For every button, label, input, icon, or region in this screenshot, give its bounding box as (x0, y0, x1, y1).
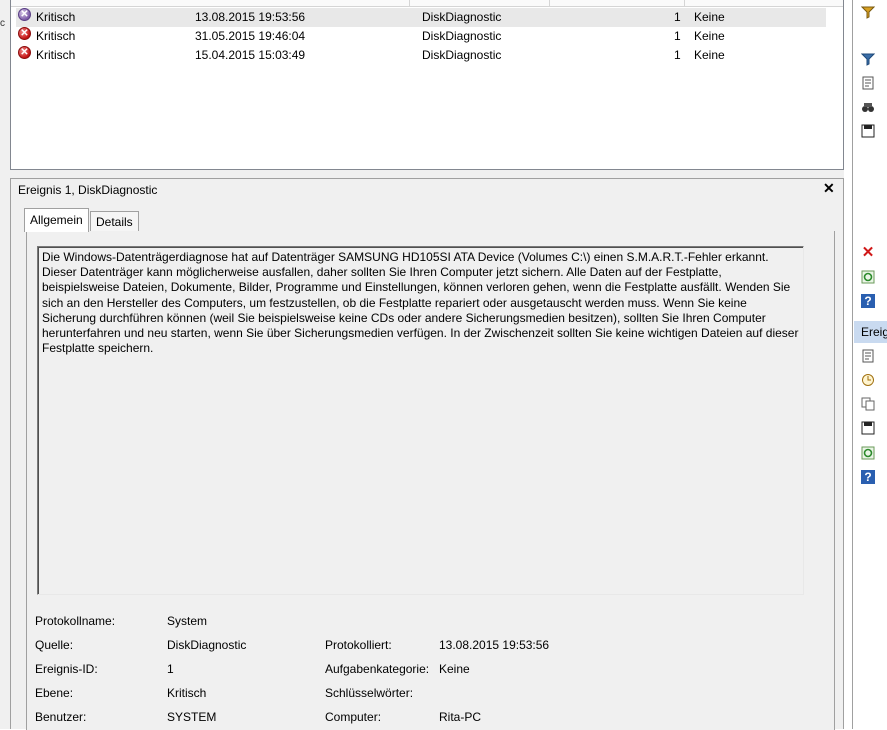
critical-error-icon: ✕ (18, 8, 31, 21)
datetime-cell: 13.08.2015 19:53:56 (195, 10, 306, 24)
action-properties[interactable]: I (859, 76, 887, 92)
action-event-properties[interactable]: E (859, 349, 887, 365)
datetime-cell: 31.05.2015 19:46:04 (195, 29, 306, 43)
level-value: Kritisch (167, 686, 207, 700)
source-cell: DiskDiagnostic (422, 10, 502, 24)
left-edge-text: c (0, 18, 5, 29)
category-cell: Keine (694, 29, 725, 43)
table-row[interactable]: ✕ Kritisch 15.04.2015 15:03:49 DiskDiagn… (16, 46, 826, 65)
event-id-cell: 1 (674, 29, 681, 43)
task-category-label: Aufgabenkategorie: (325, 662, 430, 676)
level-cell: Kritisch (36, 29, 76, 43)
save-icon (861, 124, 875, 138)
filter-icon (860, 5, 876, 19)
table-row[interactable]: ✕ Kritisch 31.05.2015 19:46:04 DiskDiagn… (16, 27, 826, 46)
level-cell: Kritisch (36, 10, 76, 24)
event-id-cell: 1 (674, 48, 681, 62)
task-category-value: Keine (439, 662, 470, 676)
action-save[interactable]: A (859, 124, 887, 140)
user-value: SYSTEM (167, 710, 217, 724)
keywords-label: Schlüsselwörter: (325, 686, 414, 700)
action-item[interactable]: I (859, 27, 887, 43)
detail-title: Ereignis 1, DiskDiagnostic (18, 183, 158, 197)
action-refresh-2[interactable]: A (859, 446, 887, 462)
delete-icon: ✕ (861, 244, 875, 261)
tab-details[interactable]: Details (90, 211, 139, 232)
action-help-2[interactable]: ? H (859, 470, 887, 486)
actions-pane: I A I S A I I A A ✕ L A ? H Ereig E A K (852, 0, 887, 729)
computer-label: Computer: (325, 710, 382, 724)
log-name-label: Protokollname: (35, 614, 116, 628)
event-properties-icon (861, 349, 875, 363)
pane-splitter[interactable] (10, 170, 844, 178)
category-cell: Keine (694, 48, 725, 62)
action-delete[interactable]: ✕ L (859, 244, 887, 262)
column-header-strip[interactable] (11, 0, 843, 7)
event-id-label: Ereignis-ID: (35, 662, 98, 676)
logged-value: 13.08.2015 19:53:56 (439, 638, 550, 652)
table-row[interactable]: ✕ Kritisch 13.08.2015 19:53:56 DiskDiagn… (16, 8, 826, 27)
datetime-cell: 15.04.2015 15:03:49 (195, 48, 306, 62)
source-cell: DiskDiagnostic (422, 48, 502, 62)
find-icon (861, 100, 875, 114)
event-section-header[interactable]: Ereig (854, 321, 887, 343)
level-label: Ebene: (35, 686, 74, 700)
save-icon (861, 421, 875, 435)
user-label: Benutzer: (35, 710, 87, 724)
action-copy[interactable]: K (859, 397, 887, 413)
action-item[interactable]: A (859, 222, 887, 238)
log-name-value: System (167, 614, 208, 628)
critical-error-icon: ✕ (18, 27, 31, 40)
level-cell: Kritisch (36, 48, 76, 62)
logged-label: Protokolliert: (325, 638, 392, 652)
action-filter[interactable] (859, 5, 887, 21)
tab-allgemein[interactable]: Allgemein (24, 208, 89, 232)
action-filter-2[interactable]: A (859, 52, 887, 68)
event-list[interactable]: ✕ Kritisch 13.08.2015 19:53:56 DiskDiagn… (10, 0, 844, 170)
copy-icon (861, 397, 875, 411)
action-item[interactable]: I (859, 172, 887, 188)
refresh-icon (861, 446, 875, 460)
action-item[interactable]: A (859, 196, 887, 212)
event-id-cell: 1 (674, 10, 681, 24)
action-item[interactable]: I (859, 148, 887, 164)
action-attach-task[interactable]: A (859, 373, 887, 389)
close-icon[interactable]: ✕ (823, 180, 835, 197)
filter-icon (860, 52, 876, 66)
category-cell: Keine (694, 10, 725, 24)
source-label: Quelle: (35, 638, 74, 652)
action-save-selected[interactable]: A (859, 421, 887, 437)
attach-task-icon (861, 373, 875, 387)
event-id-value: 1 (167, 662, 174, 676)
left-navigation-edge: c (0, 0, 10, 729)
action-refresh[interactable]: A (859, 270, 887, 286)
properties-icon (861, 76, 875, 90)
help-icon: ? (861, 294, 875, 308)
event-detail-panel: Ereignis 1, DiskDiagnostic ✕ Allgemein D… (10, 178, 844, 730)
action-help[interactable]: ? H (859, 294, 887, 310)
tab-pane-general: Die Windows-Datenträgerdiagnose hat auf … (26, 231, 835, 730)
source-cell: DiskDiagnostic (422, 29, 502, 43)
help-icon: ? (861, 470, 875, 484)
source-value: DiskDiagnostic (167, 638, 247, 652)
event-description[interactable]: Die Windows-Datenträgerdiagnose hat auf … (37, 246, 804, 595)
critical-error-icon: ✕ (18, 46, 31, 59)
computer-value: Rita-PC (439, 710, 482, 724)
action-find[interactable]: S (859, 100, 887, 116)
refresh-icon (861, 270, 875, 284)
